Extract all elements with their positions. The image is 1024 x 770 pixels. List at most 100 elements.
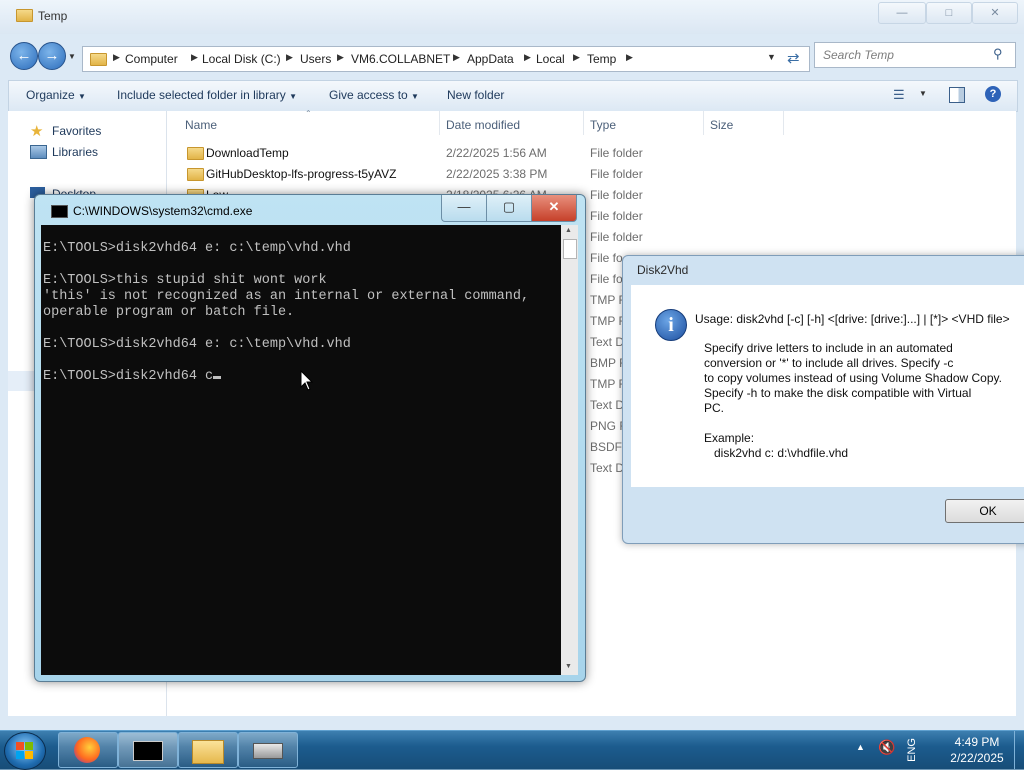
table-row[interactable]: GitHubDesktop-lfs-progress-t5yAVZ 2/22/20… xyxy=(167,167,1016,187)
dialog-message: Specify drive letters to include in an a… xyxy=(704,341,1002,460)
folder-icon xyxy=(90,53,107,66)
column-divider[interactable] xyxy=(439,111,440,135)
taskbar-cmd[interactable] xyxy=(118,732,178,768)
console-prompt-line: E:\TOOLS>disk2vhd64 c xyxy=(43,369,222,385)
taskbar-firefox[interactable] xyxy=(58,732,118,768)
file-type: TMP F xyxy=(590,377,626,391)
organize-label: Organize xyxy=(26,88,75,102)
clock-time[interactable]: 4:49 PM xyxy=(944,735,1010,749)
chevron-right-icon[interactable]: ▶ xyxy=(626,52,633,63)
file-type: File folder xyxy=(590,230,643,244)
chevron-right-icon[interactable]: ▶ xyxy=(337,52,344,63)
column-type[interactable]: Type xyxy=(590,118,616,132)
chevron-right-icon[interactable]: ▶ xyxy=(453,52,460,63)
start-button[interactable] xyxy=(4,732,46,770)
show-desktop-button[interactable] xyxy=(1014,731,1024,769)
search-box[interactable]: Search Temp ⚲ xyxy=(814,42,1016,68)
breadcrumb-computer[interactable]: Computer xyxy=(125,52,178,66)
sort-ascending-icon: ⌃ xyxy=(305,109,312,118)
nav-favorites[interactable]: Favorites xyxy=(52,124,101,138)
breadcrumb-user[interactable]: VM6.COLLABNET xyxy=(351,52,450,66)
breadcrumb-temp[interactable]: Temp xyxy=(587,52,616,66)
info-icon: i xyxy=(655,309,687,341)
refresh-icon[interactable]: ⇄ xyxy=(787,49,800,67)
chevron-right-icon[interactable]: ▶ xyxy=(524,52,531,63)
windows-logo-icon xyxy=(16,742,24,750)
maximize-button[interactable]: □ xyxy=(926,2,972,24)
scroll-down-arrow[interactable]: ▼ xyxy=(565,663,572,670)
chevron-right-icon[interactable]: ▶ xyxy=(286,52,293,63)
folder-icon xyxy=(187,147,204,160)
address-history-dropdown[interactable]: ▼ xyxy=(767,52,776,62)
column-header-row: ⌃ Name Date modified Type Size xyxy=(167,109,1016,135)
taskbar: ▲ 🔇 ENG 4:49 PM 2/22/2025 xyxy=(0,730,1024,770)
chevron-down-icon[interactable]: ▼ xyxy=(919,89,927,98)
taskbar-disk2vhd[interactable] xyxy=(238,732,298,768)
taskbar-explorer[interactable] xyxy=(178,732,238,768)
nav-libraries[interactable]: Libraries xyxy=(52,145,98,159)
clock-date[interactable]: 2/22/2025 xyxy=(944,751,1010,765)
window-title: Temp xyxy=(38,9,68,23)
speaker-muted-icon[interactable]: 🔇 xyxy=(878,739,895,756)
cmd-minimize-button[interactable]: — xyxy=(441,195,487,222)
column-divider[interactable] xyxy=(583,111,584,135)
column-name[interactable]: Name xyxy=(185,118,217,132)
back-button[interactable]: ← xyxy=(10,42,38,70)
help-icon[interactable]: ? xyxy=(985,86,1001,102)
file-type: Text D xyxy=(590,461,625,475)
address-bar[interactable]: ▶ Computer ▶ Local Disk (C:) ▶ Users ▶ V… xyxy=(82,46,810,72)
column-divider[interactable] xyxy=(703,111,704,135)
forward-button[interactable]: → xyxy=(38,42,66,70)
view-options-icon[interactable]: ☰ xyxy=(893,87,905,103)
column-date-modified[interactable]: Date modified xyxy=(446,118,520,132)
breadcrumb-local-disk[interactable]: Local Disk (C:) xyxy=(202,52,281,66)
windows-logo-icon xyxy=(25,751,33,759)
table-row[interactable]: DownloadTemp 2/22/2025 1:56 AM File folder xyxy=(167,146,1016,166)
console-line: E:\TOOLS>disk2vhd64 e: c:\temp\vhd.vhd xyxy=(43,337,351,352)
chevron-right-icon[interactable]: ▶ xyxy=(191,52,198,63)
file-type: File fo xyxy=(590,251,623,265)
include-in-library-button[interactable]: Include selected folder in library ▼ xyxy=(117,88,297,102)
console-current-input: E:\TOOLS>disk2vhd64 c xyxy=(43,369,214,384)
preview-pane-icon[interactable] xyxy=(949,87,965,103)
file-name: DownloadTemp xyxy=(206,146,289,160)
recent-pages-dropdown[interactable]: ▼ xyxy=(68,52,76,61)
minimize-button[interactable]: — xyxy=(878,2,926,24)
file-type: Text D xyxy=(590,335,625,349)
language-indicator[interactable]: ENG xyxy=(906,738,918,762)
ok-button[interactable]: OK xyxy=(945,499,1024,523)
search-icon[interactable]: ⚲ xyxy=(993,46,1003,62)
file-type: File folder xyxy=(590,209,643,223)
windows-logo-icon xyxy=(16,751,24,759)
console-icon xyxy=(51,205,68,218)
breadcrumb-users[interactable]: Users xyxy=(300,52,331,66)
cmd-maximize-button[interactable]: ▢ xyxy=(486,195,532,222)
chevron-right-icon[interactable]: ▶ xyxy=(573,52,580,63)
file-name: GitHubDesktop-lfs-progress-t5yAVZ xyxy=(206,167,397,181)
close-button[interactable]: ✕ xyxy=(972,2,1018,24)
chevron-right-icon[interactable]: ▶ xyxy=(113,52,120,63)
column-divider[interactable] xyxy=(783,111,784,135)
scroll-up-arrow[interactable]: ▲ xyxy=(565,227,572,234)
mouse-pointer-icon xyxy=(300,370,314,391)
console-line: 'this' is not recognized as an internal … xyxy=(43,289,530,304)
cmd-window: C:\WINDOWS\system32\cmd.exe — ▢ ✕ E:\TOO… xyxy=(34,194,586,682)
breadcrumb-local[interactable]: Local xyxy=(536,52,565,66)
column-size[interactable]: Size xyxy=(710,118,733,132)
console-scrollbar[interactable]: ▲ ▼ xyxy=(561,225,578,675)
windows-logo-icon xyxy=(25,742,33,750)
firefox-icon xyxy=(74,737,100,763)
organize-button[interactable]: Organize ▼ xyxy=(26,88,86,102)
folder-icon xyxy=(192,740,224,764)
breadcrumb-appdata[interactable]: AppData xyxy=(467,52,514,66)
give-access-button[interactable]: Give access to ▼ xyxy=(329,88,419,102)
cmd-close-button[interactable]: ✕ xyxy=(531,195,577,222)
file-type: File folder xyxy=(590,167,643,181)
scroll-thumb[interactable] xyxy=(563,239,577,259)
console-line: E:\TOOLS>disk2vhd64 e: c:\temp\vhd.vhd xyxy=(43,241,351,256)
new-folder-button[interactable]: New folder xyxy=(447,88,504,102)
show-hidden-icons-icon[interactable]: ▲ xyxy=(856,742,865,752)
cmd-title: C:\WINDOWS\system32\cmd.exe xyxy=(73,204,253,218)
console-output[interactable]: E:\TOOLS>disk2vhd64 e: c:\temp\vhd.vhd E… xyxy=(41,225,561,675)
explorer-titlebar[interactable]: Temp — □ ✕ xyxy=(0,0,1024,34)
